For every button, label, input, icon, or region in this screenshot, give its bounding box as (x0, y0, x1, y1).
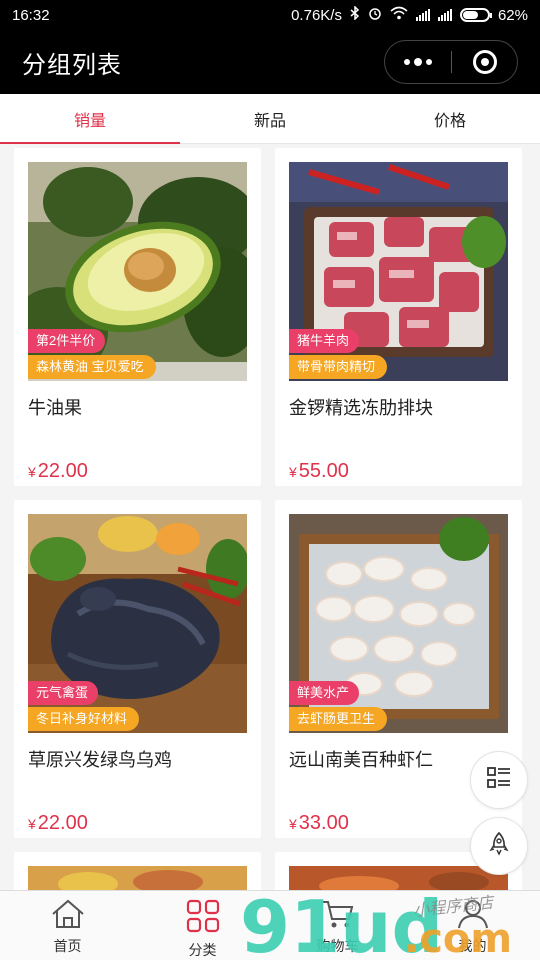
bluetooth-icon (350, 5, 360, 24)
battery-percent: 62% (497, 6, 528, 24)
dot-icon (414, 58, 422, 66)
list-view-button[interactable] (470, 751, 528, 809)
promo-badge: 元气禽蛋 (28, 681, 99, 705)
product-card[interactable]: 猪牛羊肉 带骨带肉精切 金锣精选冻肋排块 ¥55.00 (275, 148, 522, 486)
home-icon (51, 899, 85, 932)
product-card[interactable] (14, 852, 261, 892)
status-bar: 16:32 0.76K/s 62% (0, 0, 540, 30)
price-value: 22.00 (37, 812, 88, 834)
user-icon (456, 899, 490, 932)
currency-symbol: ¥ (28, 464, 36, 480)
mini-program-capsule (384, 40, 518, 84)
price-value: 33.00 (298, 812, 349, 834)
status-icons: 0.76K/s 62% (291, 5, 528, 24)
dot-icon (404, 59, 410, 65)
tab-price[interactable]: 价格 (360, 94, 540, 143)
product-name: 金锣精选冻肋排块 (289, 398, 433, 418)
product-name: 草原兴发绿鸟乌鸡 (28, 750, 172, 770)
promo-badge: 鲜美水产 (289, 681, 360, 705)
tab-profile[interactable]: 我的 (405, 891, 540, 960)
nav-bar: 分组列表 (0, 30, 540, 94)
promo-badge: 第2件半价 (28, 329, 106, 353)
battery-icon (459, 8, 492, 22)
promo-badge-sub: 冬日补身好材料 (28, 707, 140, 731)
network-speed: 0.76K/s (291, 6, 342, 24)
tab-home[interactable]: 首页 (0, 891, 135, 960)
back-to-top-button[interactable] (470, 817, 528, 875)
price-value: 22.00 (37, 460, 88, 482)
more-menu-button[interactable] (385, 41, 451, 83)
product-card[interactable]: 元气禽蛋 冬日补身好材料 草原兴发绿鸟乌鸡 ¥22.00 (14, 500, 261, 838)
product-grid: 第2件半价 森林黄油 宝贝爱吃 牛油果 ¥22.00 猪牛羊肉 带骨带肉精切 金… (14, 148, 526, 892)
sort-tabs: 销量 新品 价格 (0, 94, 540, 144)
tab-profile-label: 我的 (458, 938, 487, 954)
tab-category-label: 分类 (188, 942, 217, 958)
signal-icon-2 (437, 9, 452, 21)
product-price: ¥55.00 (289, 460, 349, 483)
tab-home-label: 首页 (53, 938, 82, 954)
tab-cart[interactable]: 购物车 (270, 891, 405, 960)
product-image (289, 866, 508, 892)
alarm-icon (368, 6, 382, 24)
promo-badge-sub: 去虾肠更卫生 (289, 707, 388, 731)
product-price: ¥22.00 (28, 812, 88, 835)
currency-symbol: ¥ (28, 816, 36, 832)
rocket-icon (489, 831, 509, 861)
product-price: ¥22.00 (28, 460, 88, 483)
product-card[interactable]: 第2件半价 森林黄油 宝贝爱吃 牛油果 ¥22.00 (14, 148, 261, 486)
cart-icon (321, 899, 355, 932)
tab-category[interactable]: 分类 (135, 891, 270, 960)
target-icon (472, 50, 497, 74)
tab-sales[interactable]: 销量 (0, 94, 180, 144)
page-title: 分组列表 (22, 51, 122, 79)
price-value: 55.00 (298, 460, 349, 482)
product-price: ¥33.00 (289, 812, 349, 835)
signal-icon (415, 9, 430, 21)
tab-cart-label: 购物车 (316, 938, 359, 954)
currency-symbol: ¥ (289, 464, 297, 480)
close-mini-program-button[interactable] (452, 41, 517, 83)
product-name: 牛油果 (28, 398, 82, 418)
tab-new[interactable]: 新品 (180, 94, 360, 143)
product-image (28, 866, 247, 892)
promo-badge-sub: 森林黄油 宝贝爱吃 (28, 355, 156, 379)
wifi-icon (390, 6, 408, 24)
clock: 16:32 (12, 6, 50, 24)
category-icon (186, 899, 220, 936)
promo-badge-sub: 带骨带肉精切 (289, 355, 388, 379)
currency-symbol: ¥ (289, 816, 297, 832)
dot-icon (426, 59, 432, 65)
list-icon (487, 766, 511, 794)
bottom-tab-bar: 首页 分类 购物车 我的 (0, 890, 540, 960)
promo-badge: 猪牛羊肉 (289, 329, 360, 353)
